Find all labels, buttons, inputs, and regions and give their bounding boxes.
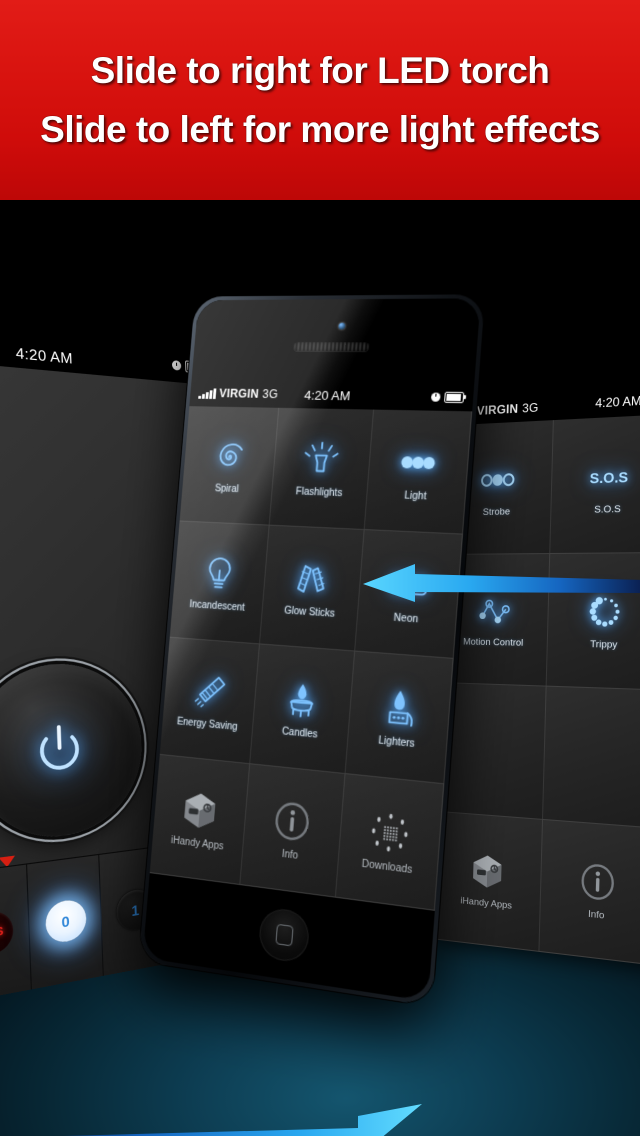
svg-text:NEON: NEON xyxy=(394,579,422,591)
home-button-icon xyxy=(275,924,293,947)
grid-item-incandescent[interactable]: Incandescent xyxy=(170,521,270,644)
grid-item-label: Energy Saving xyxy=(177,716,238,733)
home-button[interactable] xyxy=(258,906,311,964)
battery-icon xyxy=(444,391,464,402)
grid-item-label: Spiral xyxy=(214,483,239,495)
flashlight-icon xyxy=(298,437,346,484)
front-camera-icon xyxy=(338,323,345,330)
center-phone-inner: VIRGIN 3G 4:20 AM Spiral Flashlights Light… xyxy=(143,298,481,1001)
grid-item-ihandy-apps[interactable]: iHandy Apps xyxy=(433,811,543,952)
candle-icon xyxy=(278,675,326,725)
center-phone-status-time: 4:20 AM xyxy=(304,387,351,402)
banner-line-2: Slide to left for more light effects xyxy=(40,111,600,148)
grid-item-label: Neon xyxy=(393,613,418,626)
info-circle-icon xyxy=(268,796,317,848)
right-phone-carrier-name: VIRGIN xyxy=(477,401,519,418)
grid-item-info[interactable]: Info xyxy=(539,819,640,965)
grid-item-candles[interactable]: Candles xyxy=(250,644,354,774)
grid-item-neon[interactable]: NEON Neon xyxy=(355,530,463,659)
center-phone-carrier-name: VIRGIN xyxy=(219,387,260,401)
center-phone: VIRGIN 3G 4:20 AM Spiral Flashlights Light… xyxy=(139,294,486,1006)
scene-background: 4:20 AM SOS 0 1 VIRGIN 3G 4:20 AM Strobe… xyxy=(0,200,640,1136)
power-icon xyxy=(26,716,92,785)
sos-text-icon: S.O.S xyxy=(586,453,631,499)
downloads-icon xyxy=(364,806,415,859)
screenshot-stage: 4:20 AM SOS 0 1 VIRGIN 3G 4:20 AM Strobe… xyxy=(0,0,640,1136)
ihandy-cube-icon xyxy=(466,849,508,895)
grid-item-label: Info xyxy=(281,849,298,862)
grid-item-downloads[interactable]: Downloads xyxy=(335,774,444,911)
grid-item-label: Flashlights xyxy=(295,486,342,499)
mode-slot[interactable]: 0 xyxy=(27,855,104,989)
grid-item-label: Downloads xyxy=(361,859,412,877)
grid-item-flashlights[interactable]: Flashlights xyxy=(270,408,374,530)
lighter-icon xyxy=(374,683,424,734)
grid-item-label: Trippy xyxy=(590,639,618,651)
alarm-icon xyxy=(172,360,181,371)
bulb-icon xyxy=(196,550,242,597)
center-phone-app-grid[interactable]: Spiral Flashlights Light Incandescent Glow S… xyxy=(150,406,472,911)
three-dots-icon xyxy=(393,439,443,487)
strobe-dots-icon xyxy=(476,458,518,502)
spiral-icon xyxy=(206,434,252,480)
grid-item-label: Lighters xyxy=(378,735,415,750)
earpiece-speaker-icon xyxy=(293,342,369,351)
banner-line-1: Slide to right for LED torch xyxy=(91,52,550,89)
grid-item-label: Glow Sticks xyxy=(284,605,336,619)
grid-item-label: Strobe xyxy=(483,506,511,518)
center-phone-top-zone xyxy=(192,298,481,383)
right-phone-status-time: 4:20 AM xyxy=(595,393,640,410)
grid-item-spiral[interactable]: Spiral xyxy=(180,406,280,525)
grid-item-glow-sticks[interactable]: Glow Sticks xyxy=(260,526,364,652)
ihandy-cube-icon xyxy=(177,786,224,836)
grid-item-energy-saving[interactable]: Energy Saving xyxy=(160,638,260,765)
glowstick-icon xyxy=(288,555,336,603)
right-phone-network: 3G xyxy=(522,400,539,415)
grid-item-label: Light xyxy=(404,490,427,502)
neon-sign-icon: NEON xyxy=(383,560,433,609)
arrow-pointing-right xyxy=(0,1098,430,1136)
grid-item-trippy[interactable]: Trippy xyxy=(547,553,640,691)
mode-dot-0-selected[interactable]: 0 xyxy=(44,898,86,945)
grid-item-label: iHandy Apps xyxy=(171,835,224,852)
grid-item-label: Info xyxy=(588,909,605,922)
grid-item-label: Incandescent xyxy=(189,599,245,613)
trippy-spinner-icon xyxy=(582,590,627,635)
center-phone-status-right xyxy=(431,391,465,403)
grid-item-label: Candles xyxy=(281,726,318,740)
info-circle-icon xyxy=(575,858,620,906)
grid-item-info[interactable]: Info xyxy=(241,764,346,897)
grid-item-s-o-s[interactable]: S.O.S S.O.S xyxy=(550,414,640,553)
grid-item-label: Motion Control xyxy=(463,637,523,649)
grid-item-ihandy-apps[interactable]: iHandy Apps xyxy=(150,755,251,885)
center-phone-network: 3G xyxy=(262,387,279,401)
grid-item-lighters[interactable]: Lighters xyxy=(345,652,453,785)
grid-item-empty xyxy=(543,687,640,829)
left-phone-status-time: 4:20 AM xyxy=(15,344,73,367)
promo-banner: Slide to right for LED torch Slide to le… xyxy=(0,0,640,200)
grid-item-label: iHandy Apps xyxy=(460,895,512,912)
grid-item-light[interactable]: Light xyxy=(364,410,472,535)
motion-graph-icon xyxy=(473,589,515,632)
power-button[interactable] xyxy=(0,661,144,847)
mode-dot-sos[interactable]: SOS xyxy=(0,909,13,958)
signal-bars-icon xyxy=(198,388,216,399)
cfl-bulb-icon xyxy=(187,668,234,717)
svg-text:S.O.S: S.O.S xyxy=(589,469,628,487)
alarm-icon xyxy=(431,392,441,401)
grid-item-label: S.O.S xyxy=(594,503,621,515)
center-phone-carrier-group: VIRGIN 3G xyxy=(198,386,278,401)
